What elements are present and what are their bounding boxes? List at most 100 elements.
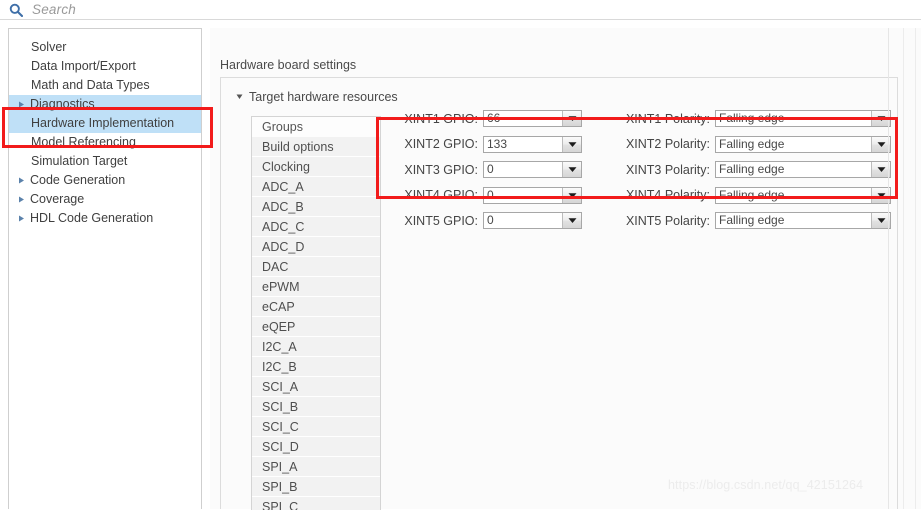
- xint2-row: XINT2 GPIO: 133 XINT2 Polarity: Falling …: [391, 132, 891, 158]
- list-item[interactable]: SPI_A: [252, 457, 380, 477]
- chevron-right-icon[interactable]: [17, 100, 30, 109]
- sidebar-item-math-and-data-types[interactable]: Math and Data Types: [9, 76, 201, 95]
- panel-divider: [903, 28, 904, 509]
- list-item[interactable]: I2C_B: [252, 357, 380, 377]
- dropdown-arrow-icon[interactable]: [562, 162, 581, 178]
- xint1-polarity-value: Falling edge: [716, 111, 871, 127]
- xint4-gpio-label: XINT4 GPIO:: [404, 188, 478, 203]
- sidebar-item-label: Hardware Implementation: [31, 116, 175, 130]
- sidebar-item-data-import-export[interactable]: Data Import/Export: [9, 57, 201, 76]
- xint5-gpio-combobox[interactable]: 0: [483, 212, 582, 230]
- list-item[interactable]: SCI_C: [252, 417, 380, 437]
- list-item[interactable]: eQEP: [252, 317, 380, 337]
- xint-settings-area: XINT1 GPIO: 66 XINT1 Polarity: Falling e…: [391, 106, 891, 234]
- xint5-gpio-field: XINT5 GPIO: 0: [391, 212, 582, 230]
- xint1-gpio-value: 66: [484, 111, 562, 127]
- xint5-polarity-label: XINT5 Polarity:: [625, 213, 710, 228]
- sidebar-item-label: HDL Code Generation: [30, 211, 154, 225]
- chevron-down-icon[interactable]: [235, 90, 244, 104]
- dropdown-arrow-icon[interactable]: [562, 136, 581, 152]
- xint5-gpio-label: XINT5 GPIO:: [404, 213, 478, 228]
- xint3-gpio-label: XINT3 GPIO:: [404, 162, 478, 177]
- sidebar-item-model-referencing[interactable]: Model Referencing: [9, 133, 201, 152]
- sidebar-item-label: Math and Data Types: [31, 78, 150, 92]
- dropdown-arrow-icon[interactable]: [562, 111, 581, 127]
- xint5-polarity-field: XINT5 Polarity: Falling edge: [605, 212, 891, 230]
- target-hardware-resources-group: Target hardware resources Groups Build o…: [220, 77, 898, 510]
- xint1-gpio-combobox[interactable]: 66: [483, 110, 582, 128]
- xint3-row: XINT3 GPIO: 0 XINT3 Polarity: Falling ed…: [391, 157, 891, 183]
- settings-tree-panel: Solver Data Import/Export Math and Data …: [8, 28, 202, 509]
- sidebar-item-coverage[interactable]: Coverage: [9, 190, 201, 209]
- list-item[interactable]: SCI_B: [252, 397, 380, 417]
- sidebar-item-label: Coverage: [30, 192, 85, 206]
- xint5-gpio-value: 0: [484, 213, 562, 229]
- sidebar-item-code-generation[interactable]: Code Generation: [9, 171, 201, 190]
- xint5-row: XINT5 GPIO: 0 XINT5 Polarity: Falling ed…: [391, 208, 891, 234]
- xint4-polarity-label: XINT4 Polarity:: [625, 188, 710, 203]
- list-item[interactable]: ADC_A: [252, 177, 380, 197]
- xint1-gpio-label: XINT1 GPIO:: [404, 111, 478, 126]
- xint5-polarity-combobox[interactable]: Falling edge: [715, 212, 891, 230]
- watermark-text: https://blog.csdn.net/qq_42151264: [668, 478, 864, 492]
- chevron-right-icon[interactable]: [17, 214, 30, 223]
- chevron-right-icon[interactable]: [17, 195, 30, 204]
- search-input-placeholder[interactable]: Search: [32, 2, 76, 17]
- xint5-polarity-value: Falling edge: [716, 213, 871, 229]
- groups-list-header: Groups: [252, 117, 380, 137]
- list-item[interactable]: ADC_D: [252, 237, 380, 257]
- list-item[interactable]: SCI_A: [252, 377, 380, 397]
- sidebar-item-hardware-implementation[interactable]: Hardware Implementation: [9, 114, 201, 133]
- xint3-gpio-value: 0: [484, 162, 562, 178]
- list-item[interactable]: ADC_B: [252, 197, 380, 217]
- target-hardware-resources-header[interactable]: Target hardware resources: [235, 90, 398, 104]
- xint2-polarity-value: Falling edge: [716, 136, 871, 152]
- xint1-polarity-label: XINT1 Polarity:: [625, 111, 710, 126]
- xint2-gpio-combobox[interactable]: 133: [483, 135, 582, 153]
- sidebar-item-diagnostics[interactable]: Diagnostics: [9, 95, 201, 114]
- hardware-board-settings-title: Hardware board settings: [220, 58, 357, 72]
- xint4-polarity-combobox[interactable]: Falling edge: [715, 186, 891, 204]
- list-item[interactable]: DAC: [252, 257, 380, 277]
- chevron-right-icon[interactable]: [17, 176, 30, 185]
- list-item[interactable]: SPI_C: [252, 497, 380, 510]
- xint4-gpio-field: XINT4 GPIO: 0: [391, 186, 582, 204]
- xint1-row: XINT1 GPIO: 66 XINT1 Polarity: Falling e…: [391, 106, 891, 132]
- xint4-gpio-combobox[interactable]: 0: [483, 186, 582, 204]
- settings-content-panel: Hardware board settings Target hardware …: [210, 28, 921, 510]
- xint1-polarity-field: XINT1 Polarity: Falling edge: [605, 110, 891, 128]
- xint2-polarity-combobox[interactable]: Falling edge: [715, 135, 891, 153]
- sidebar-item-solver[interactable]: Solver: [9, 38, 201, 57]
- xint3-polarity-field: XINT3 Polarity: Falling edge: [605, 161, 891, 179]
- list-item[interactable]: Build options: [252, 137, 380, 157]
- sidebar-item-label: Simulation Target: [31, 154, 128, 168]
- sidebar-item-simulation-target[interactable]: Simulation Target: [9, 152, 201, 171]
- list-item[interactable]: SCI_D: [252, 437, 380, 457]
- xint1-polarity-combobox[interactable]: Falling edge: [715, 110, 891, 128]
- dropdown-arrow-icon[interactable]: [562, 187, 581, 203]
- sidebar-item-label: Code Generation: [30, 173, 126, 187]
- search-bar[interactable]: Search: [0, 0, 921, 20]
- xint4-polarity-field: XINT4 Polarity: Falling edge: [605, 186, 891, 204]
- sidebar-item-hdl-code-generation[interactable]: HDL Code Generation: [9, 209, 201, 228]
- list-item[interactable]: SPI_B: [252, 477, 380, 497]
- sidebar-item-label: Diagnostics: [30, 97, 95, 111]
- xint2-polarity-label: XINT2 Polarity:: [625, 137, 710, 152]
- xint3-gpio-combobox[interactable]: 0: [483, 161, 582, 179]
- groups-list-panel: Groups Build options Clocking ADC_A ADC_…: [251, 116, 381, 510]
- xint1-gpio-field: XINT1 GPIO: 66: [391, 110, 582, 128]
- xint3-polarity-value: Falling edge: [716, 162, 871, 178]
- list-item[interactable]: eCAP: [252, 297, 380, 317]
- list-item[interactable]: Clocking: [252, 157, 380, 177]
- sidebar-item-label: Solver: [31, 40, 67, 54]
- list-item[interactable]: ePWM: [252, 277, 380, 297]
- dropdown-arrow-icon[interactable]: [562, 213, 581, 229]
- xint2-gpio-field: XINT2 GPIO: 133: [391, 135, 582, 153]
- list-item[interactable]: I2C_A: [252, 337, 380, 357]
- xint3-polarity-combobox[interactable]: Falling edge: [715, 161, 891, 179]
- xint2-polarity-field: XINT2 Polarity: Falling edge: [605, 135, 891, 153]
- xint2-gpio-label: XINT2 GPIO:: [404, 137, 478, 152]
- list-item[interactable]: ADC_C: [252, 217, 380, 237]
- xint4-row: XINT4 GPIO: 0 XINT4 Polarity: Falling ed…: [391, 183, 891, 209]
- xint3-polarity-label: XINT3 Polarity:: [625, 162, 710, 177]
